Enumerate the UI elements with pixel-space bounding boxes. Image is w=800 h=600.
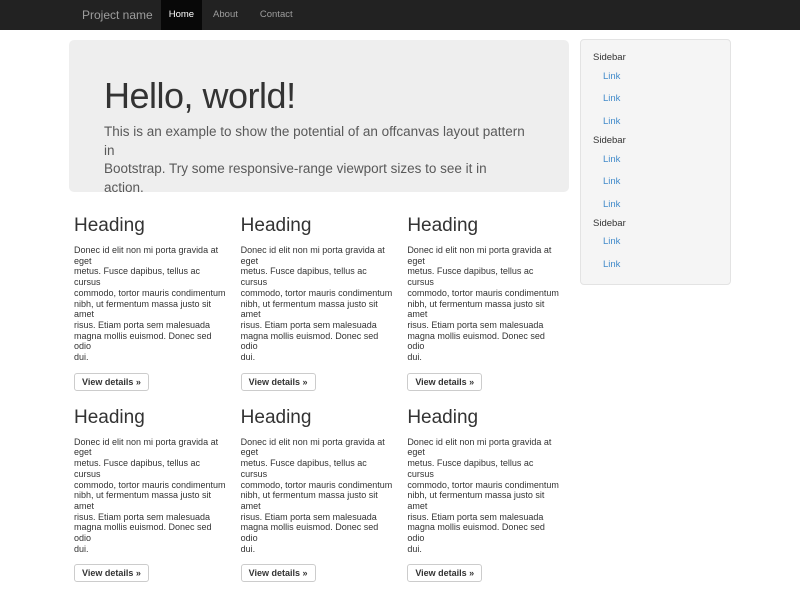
sidebar-panel: Sidebar Link Link Link Sidebar Link Link… bbox=[580, 39, 731, 285]
sidebar-link[interactable]: Link bbox=[581, 65, 730, 88]
sidebar-group-title: Sidebar bbox=[581, 133, 730, 148]
card-heading: Heading bbox=[74, 214, 228, 238]
main-content: Hello, world! This is an example to show… bbox=[69, 30, 569, 582]
navbar-brand[interactable]: Project name bbox=[69, 0, 155, 30]
sidebar-link[interactable]: Link bbox=[581, 110, 730, 133]
cards-row-1: Heading Donec id elit non mi porta gravi… bbox=[69, 214, 569, 391]
jumbotron-lead: This is an example to show the potential… bbox=[104, 123, 529, 197]
card: Heading Donec id elit non mi porta gravi… bbox=[69, 406, 236, 583]
nav-item-home[interactable]: Home bbox=[161, 0, 202, 30]
sidebar-group: Sidebar Link Link Link bbox=[581, 50, 730, 133]
sidebar-group-title: Sidebar bbox=[581, 216, 730, 231]
card-body-text: Donec id elit non mi porta gravida at eg… bbox=[407, 245, 561, 363]
nav-item: About bbox=[202, 0, 249, 30]
top-navbar: Project name Home About Contact bbox=[0, 0, 800, 30]
card: Heading Donec id elit non mi porta gravi… bbox=[402, 214, 569, 391]
sidebar-link[interactable]: Link bbox=[581, 193, 730, 216]
card: Heading Donec id elit non mi porta gravi… bbox=[69, 214, 236, 391]
card: Heading Donec id elit non mi porta gravi… bbox=[402, 406, 569, 583]
view-details-button[interactable]: View details » bbox=[241, 373, 316, 391]
sidebar-link[interactable]: Link bbox=[581, 231, 730, 254]
view-details-button[interactable]: View details » bbox=[241, 564, 316, 582]
cards-row-2: Heading Donec id elit non mi porta gravi… bbox=[69, 406, 569, 583]
jumbotron: Hello, world! This is an example to show… bbox=[69, 40, 569, 192]
card: Heading Donec id elit non mi porta gravi… bbox=[236, 214, 403, 391]
nav-item: Contact bbox=[249, 0, 304, 30]
nav-item-about[interactable]: About bbox=[202, 0, 249, 30]
navbar-container: Project name Home About Contact bbox=[69, 0, 731, 30]
view-details-button[interactable]: View details » bbox=[74, 373, 149, 391]
card-body-text: Donec id elit non mi porta gravida at eg… bbox=[241, 245, 395, 363]
page-title: Hello, world! bbox=[104, 76, 529, 116]
card-heading: Heading bbox=[241, 406, 395, 430]
card-body-text: Donec id elit non mi porta gravida at eg… bbox=[74, 437, 228, 555]
card: Heading Donec id elit non mi porta gravi… bbox=[236, 406, 403, 583]
sidebar-group-title: Sidebar bbox=[581, 50, 730, 65]
page-container: Hello, world! This is an example to show… bbox=[69, 30, 731, 600]
card-heading: Heading bbox=[74, 406, 228, 430]
nav-item: Home bbox=[161, 0, 202, 30]
nav-item-contact[interactable]: Contact bbox=[249, 0, 304, 30]
card-heading: Heading bbox=[407, 214, 561, 238]
content-row: Hello, world! This is an example to show… bbox=[69, 30, 731, 582]
navbar-menu: Home About Contact bbox=[161, 0, 304, 30]
view-details-button[interactable]: View details » bbox=[407, 564, 482, 582]
sidebar-link[interactable]: Link bbox=[581, 253, 730, 276]
card-body-text: Donec id elit non mi porta gravida at eg… bbox=[407, 437, 561, 555]
view-details-button[interactable]: View details » bbox=[407, 373, 482, 391]
sidebar-link[interactable]: Link bbox=[581, 88, 730, 111]
card-body-text: Donec id elit non mi porta gravida at eg… bbox=[74, 245, 228, 363]
sidebar-link[interactable]: Link bbox=[581, 170, 730, 193]
card-heading: Heading bbox=[241, 214, 395, 238]
card-body-text: Donec id elit non mi porta gravida at eg… bbox=[241, 437, 395, 555]
card-heading: Heading bbox=[407, 406, 561, 430]
view-details-button[interactable]: View details » bbox=[74, 564, 149, 582]
sidebar-group: Sidebar Link Link bbox=[581, 216, 730, 276]
sidebar-group: Sidebar Link Link Link bbox=[581, 133, 730, 216]
sidebar-link[interactable]: Link bbox=[581, 148, 730, 171]
